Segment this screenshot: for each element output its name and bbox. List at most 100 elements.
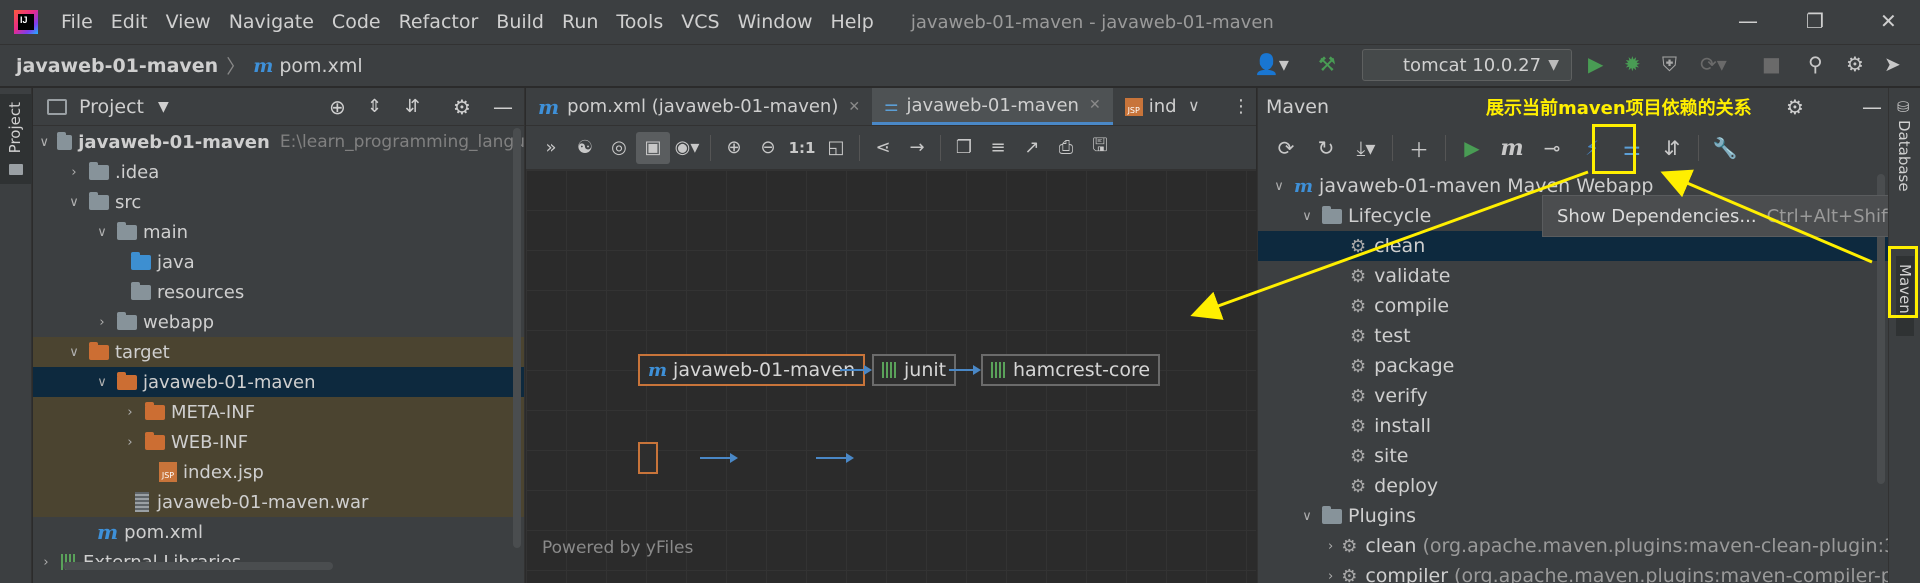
collapsed-arrow-icon[interactable]: › <box>95 315 109 330</box>
tree-item-war[interactable]: javaweb-01-maven.war <box>33 487 524 517</box>
expand-all-icon[interactable]: ⇕ <box>367 96 382 117</box>
maven-goal-validate[interactable]: ⚙ validate <box>1258 261 1888 291</box>
align-icon[interactable]: ≡ <box>981 137 1015 158</box>
tree-item-index-jsp[interactable]: JSP index.jsp <box>33 457 524 487</box>
menu-build[interactable]: Build <box>487 11 553 33</box>
menu-edit[interactable]: Edit <box>102 11 157 33</box>
maven-goal-deploy[interactable]: ⚙ deploy <box>1258 471 1888 501</box>
tree-item-java[interactable]: java <box>33 247 524 277</box>
settings-gear-icon[interactable]: ⚙ <box>1786 95 1804 119</box>
tree-item-webapp[interactable]: › webapp <box>33 307 524 337</box>
profile-icon[interactable]: ⟳▾ <box>1700 52 1727 76</box>
project-tool-window-tab[interactable]: Project <box>0 94 32 184</box>
horizontal-scrollbar[interactable] <box>63 562 333 570</box>
maven-plugin-compiler[interactable]: › ⚙ compiler (org.apache.maven.plugins:m… <box>1258 561 1888 583</box>
tab-dependency-diagram[interactable]: ⚌ javaweb-01-maven ✕ <box>872 88 1113 125</box>
download-sources-icon[interactable]: ⤓▾ <box>1346 136 1386 160</box>
save-icon[interactable]: 🖫 <box>1083 133 1117 163</box>
minimize-icon[interactable]: — <box>1738 9 1758 33</box>
code-with-me-icon[interactable]: ➤ <box>1884 52 1901 76</box>
expanded-arrow-icon[interactable]: ∨ <box>95 375 109 390</box>
view-options-icon[interactable]: ◉▾ <box>670 137 704 158</box>
menu-tools[interactable]: Tools <box>607 11 672 33</box>
layout-icon[interactable]: ⋖ <box>866 137 900 158</box>
expanded-arrow-icon[interactable]: ∨ <box>95 225 109 240</box>
hierarchy-layout-icon[interactable]: ☯ <box>568 137 602 158</box>
tab-list-chevron-icon[interactable]: ∨ <box>1188 96 1200 115</box>
expanded-arrow-icon[interactable]: ∨ <box>39 135 49 150</box>
collapse-all-icon[interactable]: ⇵ <box>405 96 420 117</box>
expanded-arrow-icon[interactable]: ∨ <box>1272 179 1286 194</box>
add-maven-project-icon[interactable]: ＋ <box>1399 134 1439 163</box>
fit-content-icon[interactable]: ▣ <box>636 131 670 164</box>
menu-help[interactable]: Help <box>821 11 882 33</box>
tree-item-target[interactable]: ∨ target <box>33 337 524 367</box>
hide-panel-icon[interactable]: — <box>1862 95 1882 119</box>
collapsed-arrow-icon[interactable]: › <box>123 405 137 420</box>
zoom-out-icon[interactable]: ⊖ <box>751 137 785 158</box>
settings-gear-icon[interactable]: ⚙ <box>453 95 471 119</box>
chevron-down-icon[interactable]: ▼ <box>158 99 169 115</box>
collapsed-arrow-icon[interactable]: › <box>123 435 137 450</box>
menu-run[interactable]: Run <box>553 11 607 33</box>
reload-icon[interactable]: ⟳ <box>1266 136 1306 160</box>
menu-view[interactable]: View <box>157 11 220 33</box>
tree-item-pom[interactable]: m pom.xml <box>33 517 524 547</box>
route-edges-icon[interactable]: → <box>900 137 934 158</box>
tab-index-jsp[interactable]: JSP ind <box>1113 88 1189 125</box>
expanded-arrow-icon[interactable]: ∨ <box>67 345 81 360</box>
locate-file-icon[interactable]: ⊕ <box>329 95 346 119</box>
maven-settings-wrench-icon[interactable]: 🔧 <box>1705 136 1745 160</box>
diagram-node-root[interactable]: m javaweb-01-maven <box>638 354 866 386</box>
breadcrumb-project[interactable]: javaweb-01-maven <box>16 55 218 77</box>
hide-panel-icon[interactable]: — <box>493 95 513 119</box>
debug-icon[interactable]: ✹ <box>1624 52 1641 76</box>
show-neighbors-icon[interactable]: ◎ <box>602 137 636 158</box>
menu-vcs[interactable]: VCS <box>672 11 728 33</box>
export-icon[interactable]: ↗ <box>1015 137 1049 158</box>
execute-maven-goal-icon[interactable]: m <box>1492 135 1532 161</box>
maven-tree-plugins[interactable]: ∨ Plugins <box>1258 501 1888 531</box>
close-tab-icon[interactable]: ✕ <box>1089 97 1101 113</box>
more-options-icon[interactable]: ⋮ <box>1232 96 1250 117</box>
restore-icon[interactable]: ❐ <box>1806 9 1824 33</box>
copy-icon[interactable]: ❐ <box>947 137 981 158</box>
reload-folders-icon[interactable]: ↻ <box>1306 136 1346 160</box>
collapse-all-icon[interactable]: ⇵ <box>1652 136 1692 160</box>
menu-window[interactable]: Window <box>729 11 822 33</box>
expanded-arrow-icon[interactable]: ∨ <box>1300 209 1314 224</box>
maven-goal-site[interactable]: ⚙ site <box>1258 441 1888 471</box>
tree-item-resources[interactable]: resources <box>33 277 524 307</box>
close-tab-icon[interactable]: ✕ <box>848 99 860 115</box>
database-tab[interactable]: Database <box>1895 120 1913 192</box>
menu-file[interactable]: File <box>52 11 102 33</box>
diagram-node-junit[interactable]: junit <box>872 354 957 386</box>
maven-goal-package[interactable]: ⚙ package <box>1258 351 1888 381</box>
build-hammer-icon[interactable]: ⚒ <box>1318 52 1336 76</box>
print-icon[interactable]: ⎙ <box>1049 137 1083 158</box>
toggle-offline-icon[interactable]: ⊸ <box>1532 136 1572 160</box>
run-icon[interactable]: ▶ <box>1588 52 1603 76</box>
menu-refactor[interactable]: Refactor <box>390 11 488 33</box>
menu-code[interactable]: Code <box>323 11 390 33</box>
maven-goal-install[interactable]: ⚙ install <box>1258 411 1888 441</box>
menu-navigate[interactable]: Navigate <box>220 11 323 33</box>
maven-goal-compile[interactable]: ⚙ compile <box>1258 291 1888 321</box>
settings-gear-icon[interactable]: ⚙ <box>1846 52 1864 76</box>
tree-item-main[interactable]: ∨ main <box>33 217 524 247</box>
actual-size-icon[interactable]: 1:1 <box>785 139 819 157</box>
tree-item-idea[interactable]: › .idea <box>33 157 524 187</box>
tree-item-src[interactable]: ∨ src <box>33 187 524 217</box>
expanded-arrow-icon[interactable]: ∨ <box>67 195 81 210</box>
collapsed-arrow-icon[interactable]: › <box>1328 539 1333 554</box>
vertical-scrollbar[interactable] <box>513 128 521 548</box>
tree-item-project-root[interactable]: ∨ javaweb-01-maven E:\learn_programming_… <box>33 127 524 157</box>
tree-item-web-inf[interactable]: › WEB-INF <box>33 427 524 457</box>
diagram-node-hamcrest[interactable]: hamcrest-core <box>981 354 1161 386</box>
fit-page-icon[interactable]: ◱ <box>819 137 853 158</box>
coverage-icon[interactable]: ⛨ <box>1662 52 1677 76</box>
maven-plugin-clean[interactable]: › ⚙ clean (org.apache.maven.plugins:mave… <box>1258 531 1888 561</box>
collapsed-arrow-icon[interactable]: › <box>39 555 53 570</box>
maven-goal-test[interactable]: ⚙ test <box>1258 321 1888 351</box>
run-maven-build-icon[interactable]: ▶ <box>1452 136 1492 160</box>
